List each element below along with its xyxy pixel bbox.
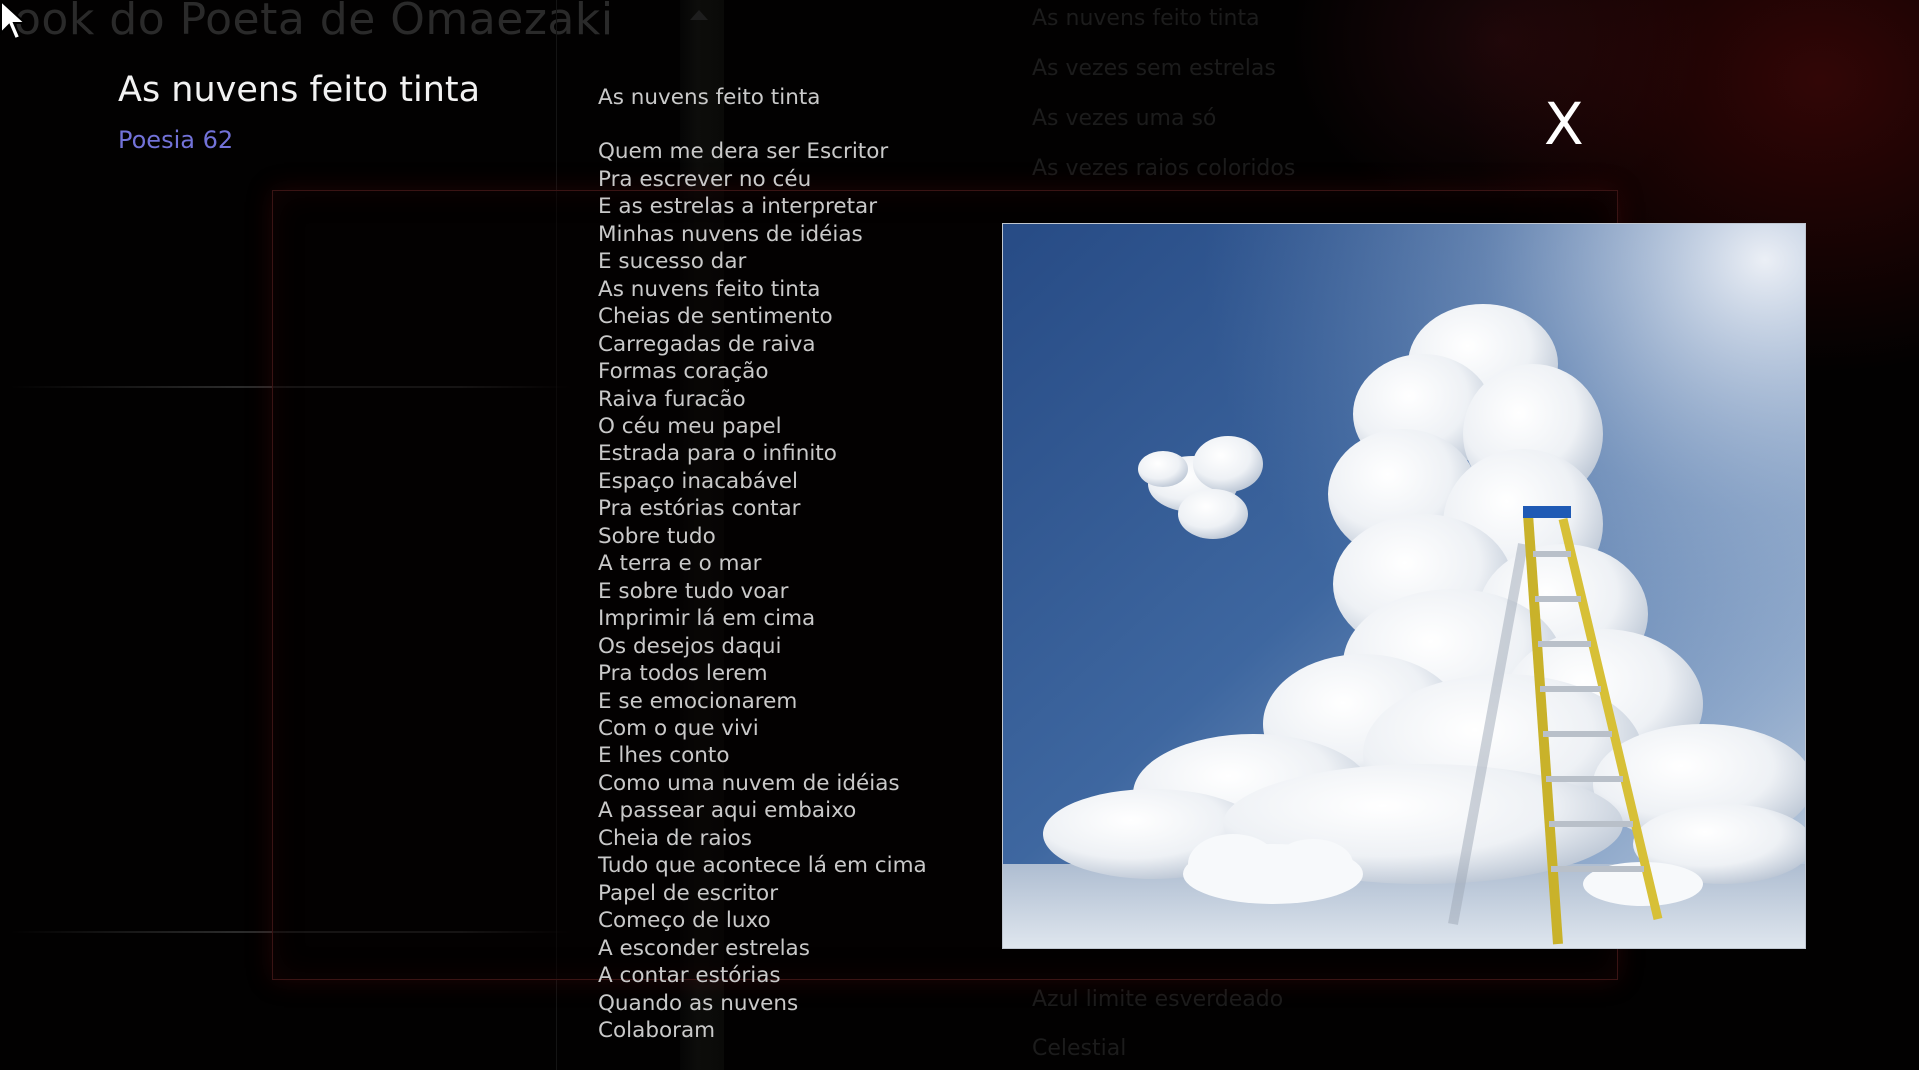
poem-line: O céu meu papel — [598, 413, 782, 439]
background-poem-line: Azul limite esverdeado — [1032, 987, 1284, 1012]
background-poem-lines-top: As nuvens feito tinta As vezes sem estre… — [1032, 0, 1295, 194]
poem-line: A terra e o mar — [598, 551, 762, 577]
poem-line: Quem me dera ser Escritor — [598, 139, 889, 165]
poem-line: E sucesso dar — [598, 249, 747, 275]
background-book-title: ook do Poeta de Omaezaki — [14, 0, 614, 45]
poem-line: As nuvens feito tinta — [598, 276, 821, 302]
poem-line: Pra estórias contar — [598, 496, 801, 522]
poem-line: Começo de luxo — [598, 908, 771, 934]
background-poem-lines-bottom: Azul limite esverdeado Celestial — [1032, 975, 1283, 1070]
poem-title: As nuvens feito tinta — [118, 70, 481, 110]
poem-line: Colaboram — [598, 1017, 716, 1043]
poem-line: Os desejos daqui — [598, 633, 782, 659]
poem-line: A esconder estrelas — [598, 935, 810, 961]
poem-line: E lhes conto — [598, 743, 730, 769]
poem-line: Raiva furacão — [598, 386, 746, 412]
poem-line: Minhas nuvens de idéias — [598, 221, 863, 247]
poem-line: A passear aqui embaixo — [598, 798, 857, 824]
poem-line: Imprimir lá em cima — [598, 606, 816, 632]
poem-line: Tudo que acontece lá em cima — [598, 853, 927, 879]
poem-line: Cheias de sentimento — [598, 304, 833, 330]
poem-line: Formas coração — [598, 359, 769, 385]
background-poem-line: As vezes uma só — [1032, 106, 1217, 131]
mouse-pointer-icon — [0, 0, 26, 41]
poem-line: Quando as nuvens — [598, 990, 799, 1016]
scroll-up-arrow-icon[interactable] — [690, 10, 708, 20]
poem-line: Estrada para o infinito — [598, 441, 837, 467]
poem-line: E sobre tudo voar — [598, 578, 789, 604]
poem-heading: As nuvens feito tinta — [598, 85, 821, 110]
close-button[interactable]: X — [1544, 95, 1584, 153]
poem-line: Como uma nuvem de idéias — [598, 770, 900, 796]
poem-line: E se emocionarem — [598, 688, 798, 714]
poem-line: Espaço inacabável — [598, 468, 798, 494]
poem-line: E as estrelas a interpretar — [598, 194, 878, 220]
poem-line: Pra todos lerem — [598, 661, 768, 687]
poem-viewer: ook do Poeta de Omaezaki As nuvens feito… — [0, 0, 1919, 1070]
background-poem-line: As vezes sem estrelas — [1032, 56, 1276, 81]
poem-line: A contar estórias — [598, 963, 781, 989]
background-poem-line: Celestial — [1032, 1036, 1127, 1061]
poem-line: Sobre tudo — [598, 523, 716, 549]
poem-line: Pra escrever no céu — [598, 166, 812, 192]
poem-line: Cheia de raios — [598, 825, 752, 851]
background-poem-line: As vezes raios coloridos — [1032, 156, 1296, 181]
poem-text: As nuvens feito tinta Quem me dera ser E… — [598, 84, 927, 1044]
background-poem-line: As nuvens feito tinta — [1032, 6, 1260, 31]
poem-line: Com o que vivi — [598, 715, 759, 741]
poem-line: Carregadas de raiva — [598, 331, 816, 357]
poem-number: Poesia 62 — [118, 126, 234, 154]
ladder-in-clouds-image — [1002, 223, 1806, 949]
poem-line: Papel de escritor — [598, 880, 779, 906]
